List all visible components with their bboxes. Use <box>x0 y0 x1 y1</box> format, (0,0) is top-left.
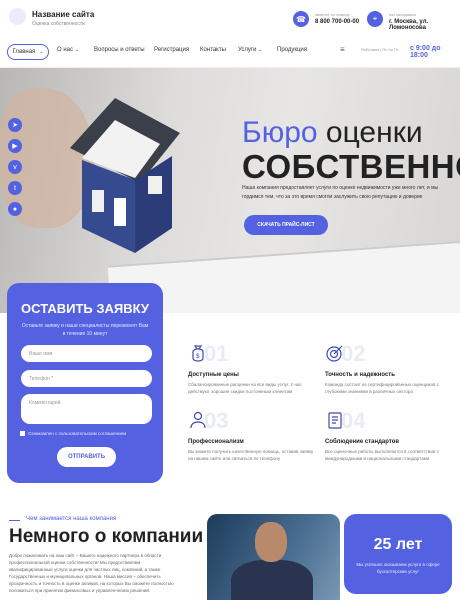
name-input[interactable]: Ваше имя <box>21 345 152 362</box>
submit-button[interactable]: ОТПРАВИТЬ <box>57 447 116 467</box>
comment-textarea[interactable]: Комментарий <box>21 394 152 424</box>
phone-label: звоните по номеру <box>315 12 350 17</box>
video-icon[interactable]: ▶ <box>8 139 22 153</box>
photo-head <box>255 522 287 562</box>
request-form: ОСТАВИТЬ ЗАЯВКУ Оставьте заявку и наши с… <box>7 283 163 483</box>
house-model-image <box>70 98 180 253</box>
address: г. Москва, ул. Ломоносова <box>389 19 429 31</box>
professional-icon <box>190 411 206 429</box>
specialist-photo <box>207 514 340 600</box>
hero-title-rest: оценки <box>325 116 423 149</box>
address-label: мы находимся <box>389 12 416 17</box>
page: Название сайта Оценка собственности ☎ зв… <box>0 0 460 600</box>
form-description: Оставьте заявку и наши специалисты перез… <box>21 323 149 337</box>
feature-title: Точность и надежность <box>325 372 395 378</box>
svg-text:$: $ <box>196 354 200 360</box>
nav-item-about[interactable]: О нас ⌄ <box>57 47 79 53</box>
checkbox-box[interactable] <box>20 431 25 436</box>
target-icon <box>326 345 343 362</box>
twitter-icon[interactable]: t <box>8 181 22 195</box>
logo[interactable] <box>9 8 26 25</box>
nav-item-home[interactable]: Главная ⌄ <box>7 44 49 60</box>
feature-text: Все оценочные работы выполняются в соотв… <box>325 449 439 461</box>
feature-title: Соблюдение стандартов <box>325 439 400 445</box>
vk-icon[interactable]: v <box>8 160 22 174</box>
standards-icon <box>328 412 342 429</box>
location-icon: ⌖ <box>367 11 383 27</box>
nav-item-label: Услуги <box>238 47 257 53</box>
feature-text: Вы можете получить качественную помощь, … <box>188 449 314 461</box>
menu-icon[interactable]: ≡ <box>340 45 345 54</box>
phone-input[interactable]: Телефон * <box>21 370 152 387</box>
feature-title: Профессионализм <box>188 439 244 445</box>
consent-label: Ознакомлен с пользовательским соглашение… <box>28 431 127 436</box>
about-tagline: Чем занимается наша компания <box>26 516 117 522</box>
nav-item-label: О нас <box>57 47 73 53</box>
nav-item-registration[interactable]: Регистрация <box>154 47 189 53</box>
phone-icon: ☎ <box>293 11 309 27</box>
divider <box>9 520 20 521</box>
main-nav: Главная ⌄ О нас ⌄ Вопросы и ответы Регис… <box>0 42 460 62</box>
years-number: 25 лет <box>373 536 423 553</box>
about-text: Добро пожаловать на наш сайт – Вашего на… <box>9 553 174 593</box>
form-title: ОСТАВИТЬ ЗАЯВКУ <box>21 301 149 316</box>
chevron-down-icon: ⌄ <box>74 47 79 53</box>
years-card: 25 лет Мы успешно оказываем услуги в сфе… <box>344 514 452 594</box>
feature-text: Команда состоит из сертифицированных оце… <box>325 382 440 394</box>
hero-description: Наша компания предоставляет услуги по оц… <box>242 185 439 200</box>
phone-number[interactable]: 8 800 700-00-00 <box>315 19 359 25</box>
nav-item-label: Главная <box>12 49 36 55</box>
feature-text: Сбалансированные расценки на все виды ус… <box>188 382 302 394</box>
nav-item-faq[interactable]: Вопросы и ответы <box>94 47 145 53</box>
chevron-down-icon: ⌄ <box>39 49 44 55</box>
nav-item-contacts[interactable]: Контакты <box>200 47 226 53</box>
telegram-icon[interactable]: ➤ <box>8 118 22 132</box>
hero-title-line2: СОБСТВЕННОСТИ <box>242 148 460 185</box>
hours-value: с 9:00 до 18:00 <box>410 45 441 59</box>
chat-icon[interactable]: ● <box>8 202 22 216</box>
years-text: Мы успешно оказываем услуги в сфере бухг… <box>356 562 440 574</box>
header: Название сайта Оценка собственности ☎ зв… <box>0 0 460 40</box>
money-bag-icon: $ <box>192 345 204 362</box>
feature-title: Доступные цены <box>188 372 239 378</box>
nav-item-services[interactable]: Услуги ⌄ <box>238 47 262 53</box>
social-links: ➤ ▶ v t ● <box>8 118 22 216</box>
download-price-button[interactable]: СКАЧАТЬ ПРАЙС-ЛИСТ <box>244 215 328 235</box>
chevron-down-icon: ⌄ <box>258 47 263 53</box>
hero-title-accent: Бюро <box>242 116 318 149</box>
nav-item-products[interactable]: Продукция <box>277 47 307 53</box>
about-title: Немного о компании <box>9 526 204 547</box>
site-title[interactable]: Название сайта <box>32 10 94 19</box>
photo-body <box>231 560 313 600</box>
hero-title: Бюро оценки <box>242 116 423 150</box>
consent-checkbox[interactable]: Ознакомлен с пользовательским соглашение… <box>20 431 126 436</box>
hero-banner: ➤ ▶ v t ● Бюро оценки СОБСТВЕННОСТИ Наша… <box>0 68 460 313</box>
hours-label: Работаем | Пн по Пт <box>361 47 399 52</box>
site-subtitle: Оценка собственности <box>32 21 85 27</box>
